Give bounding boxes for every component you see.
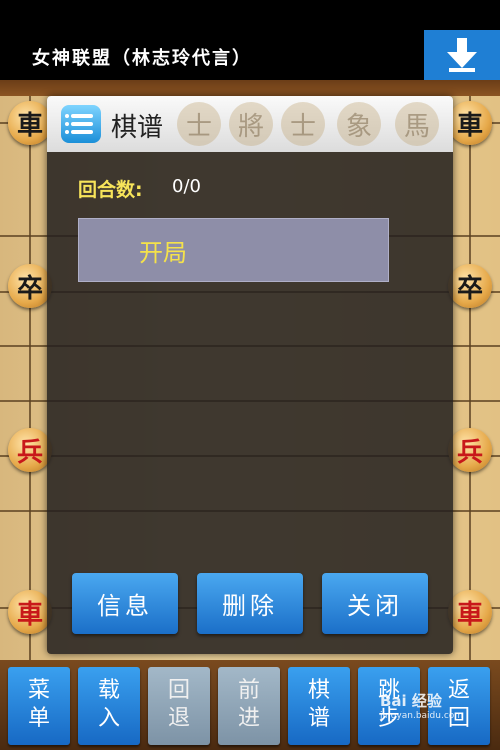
- load-button[interactable]: 载 入: [78, 667, 140, 745]
- black-soldier-piece-right[interactable]: 卒: [448, 264, 492, 308]
- red-chariot-piece-right[interactable]: 車: [448, 590, 492, 634]
- rounds-label: 回合数:: [78, 179, 143, 201]
- ad-banner[interactable]: 女神联盟（林志玲代言）: [0, 0, 500, 80]
- forward-button-label-top: 前: [237, 678, 260, 703]
- download-arrow-icon: [447, 38, 477, 72]
- move-list-item[interactable]: 开局: [78, 218, 389, 282]
- black-chariot-piece-left[interactable]: 車: [8, 101, 52, 145]
- download-button[interactable]: [424, 30, 500, 80]
- game-record-button-label-bottom: 谱: [307, 706, 330, 731]
- red-soldier-piece-right[interactable]: 兵: [448, 428, 492, 472]
- menu-button-label-bottom: 单: [27, 706, 50, 731]
- menu-button-label-top: 菜: [27, 678, 50, 703]
- watermark-brand: Bai 经验: [380, 692, 442, 710]
- header-ghost-piece: 士: [281, 102, 325, 146]
- game-record-dialog: 士 將 士 象 馬 棋谱 回合数: 0/0 开局 信息 删除 关闭: [47, 96, 453, 654]
- load-button-label-bottom: 入: [97, 706, 120, 731]
- game-record-button-label-top: 棋: [307, 678, 330, 703]
- undo-button-label-bottom: 退: [167, 706, 190, 731]
- undo-button[interactable]: 回 退: [148, 667, 210, 745]
- header-ghost-piece: 馬: [395, 102, 439, 146]
- header-ghost-piece: 士: [177, 102, 221, 146]
- banner-text: 女神联盟（林志玲代言）: [32, 48, 252, 69]
- header-ghost-piece: 將: [229, 102, 273, 146]
- close-button[interactable]: 关闭: [322, 573, 428, 634]
- dialog-header: 士 將 士 象 馬 棋谱: [47, 96, 453, 152]
- red-chariot-piece-left[interactable]: 車: [8, 590, 52, 634]
- watermark: Bai 经验 jingyan.baidu.com: [380, 690, 463, 721]
- watermark-url: jingyan.baidu.com: [380, 711, 464, 721]
- info-button[interactable]: 信息: [72, 573, 178, 634]
- black-chariot-piece-right[interactable]: 車: [448, 101, 492, 145]
- menu-button[interactable]: 菜 单: [8, 667, 70, 745]
- undo-button-label-top: 回: [167, 678, 190, 703]
- delete-button[interactable]: 删除: [197, 573, 303, 634]
- forward-button-label-bottom: 进: [237, 706, 260, 731]
- list-menu-icon[interactable]: [61, 105, 101, 143]
- game-record-button[interactable]: 棋 谱: [288, 667, 350, 745]
- rounds-value: 0/0: [172, 176, 201, 197]
- red-soldier-piece-left[interactable]: 兵: [8, 428, 52, 472]
- black-soldier-piece-left[interactable]: 卒: [8, 264, 52, 308]
- dialog-title: 棋谱: [111, 113, 164, 143]
- header-ghost-piece: 象: [337, 102, 381, 146]
- forward-button[interactable]: 前 进: [218, 667, 280, 745]
- board-frame-top: [0, 80, 500, 96]
- move-list-item-label: 开局: [139, 239, 187, 267]
- load-button-label-top: 载: [97, 678, 120, 703]
